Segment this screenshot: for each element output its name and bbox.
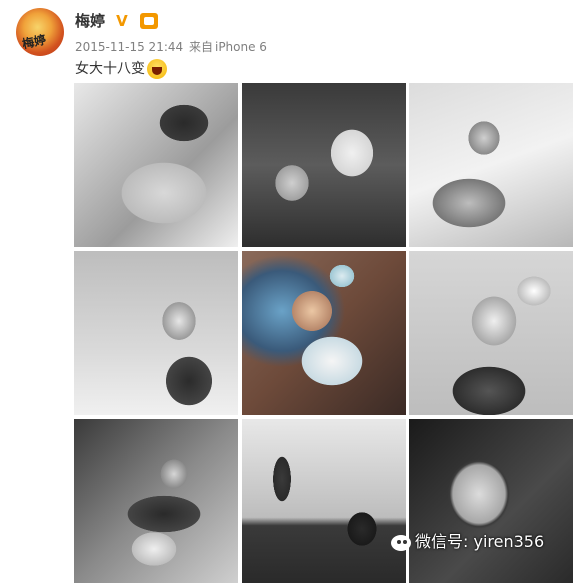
photo-grid — [74, 83, 575, 583]
verified-badge-icon[interactable]: V — [116, 13, 132, 29]
post-timestamp[interactable]: 2015-11-15 21:44 — [75, 40, 183, 54]
photo-2[interactable] — [242, 83, 406, 247]
photo-4[interactable] — [74, 251, 238, 415]
wechat-icon — [391, 534, 411, 551]
photo-3[interactable] — [409, 83, 573, 247]
photo-7[interactable] — [74, 419, 238, 583]
vip-member-icon[interactable] — [140, 12, 159, 29]
source-prefix: 来自 — [188, 40, 213, 54]
photo-1[interactable] — [74, 83, 238, 247]
photo-8[interactable] — [242, 419, 406, 583]
post-text: 女大十八变 — [75, 58, 167, 79]
post-text-content: 女大十八变 — [75, 61, 145, 77]
username-link[interactable]: 梅婷 — [75, 10, 105, 31]
post-header: 梅婷 V — [75, 10, 159, 31]
avatar-signature: 梅婷 — [20, 32, 48, 52]
post-meta: 2015-11-15 21:44 来自 iPhone 6 — [75, 38, 267, 55]
source-device[interactable]: iPhone 6 — [215, 40, 267, 54]
photo-9[interactable] — [409, 419, 573, 583]
laughing-face-icon — [147, 59, 167, 79]
watermark-text: 微信号: yiren356 — [415, 532, 545, 551]
wechat-watermark: 微信号: yiren356 — [391, 528, 544, 552]
photo-5[interactable] — [242, 251, 406, 415]
user-avatar[interactable]: 梅婷 — [16, 8, 64, 56]
photo-6[interactable] — [409, 251, 573, 415]
